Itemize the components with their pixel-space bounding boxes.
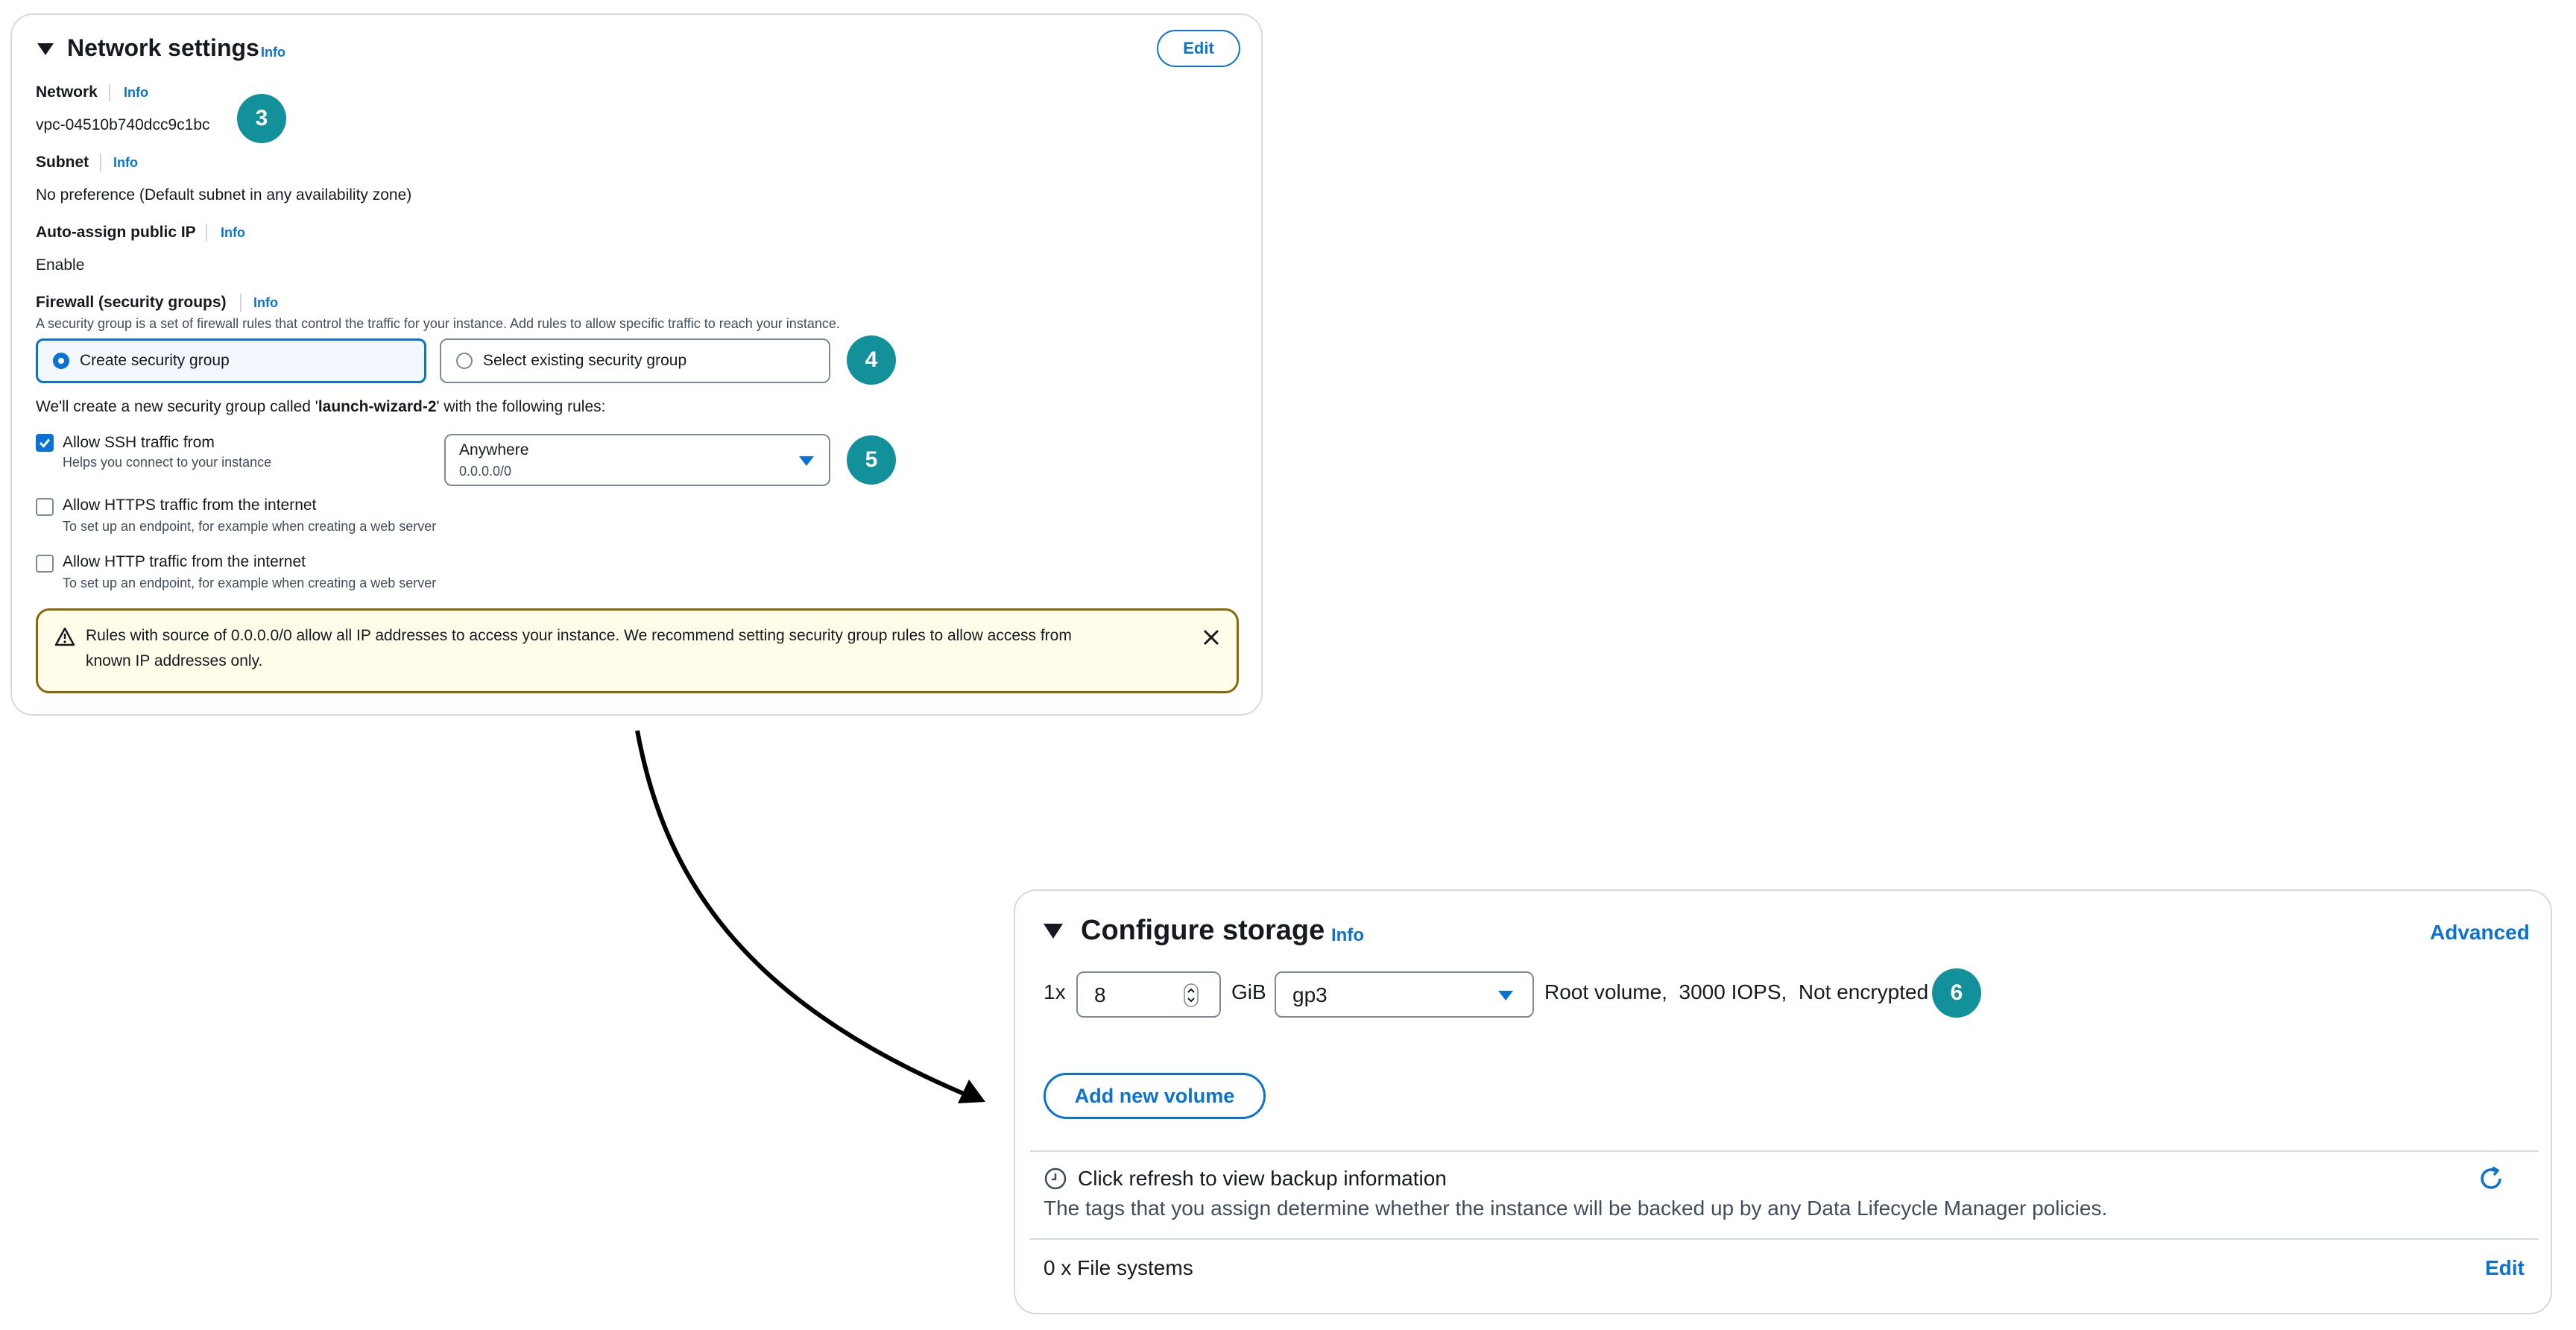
volume-type-select[interactable]: gp3: [1275, 971, 1534, 1018]
radio-unselected-icon: [456, 353, 473, 369]
volume-size-input[interactable]: 8: [1076, 971, 1221, 1018]
encryption-text: Not encrypted: [1798, 980, 1929, 1003]
stepper-icon[interactable]: [1184, 983, 1199, 1007]
ssh-label: Allow SSH traffic from: [63, 434, 215, 451]
select-existing-security-group-label: Select existing security group: [483, 352, 687, 369]
firewall-description: A security group is a set of firewall ru…: [36, 316, 840, 331]
network-settings-title: Network settings: [67, 34, 259, 61]
public-ip-info-link[interactable]: Info: [221, 225, 245, 241]
ssh-description: Helps you connect to your instance: [63, 455, 272, 470]
warning-icon: [54, 627, 75, 646]
ssh-source-select[interactable]: Anywhere 0.0.0.0/0: [444, 434, 830, 486]
root-volume-text: Root volume,: [1544, 980, 1667, 1003]
https-checkbox[interactable]: [36, 498, 54, 516]
backup-info-description: The tags that you assign determine wheth…: [1044, 1197, 2108, 1220]
create-security-group-option[interactable]: Create security group: [36, 338, 426, 383]
subnet-label: Subnet: [36, 154, 89, 171]
network-settings-panel: Network settings Info Edit Network Info …: [10, 13, 1263, 716]
divider: [1030, 1150, 2539, 1152]
security-group-name: launch-wizard-2: [318, 398, 437, 415]
warning-text-line2: known IP addresses only.: [86, 652, 263, 669]
separator: [240, 294, 242, 312]
network-info-link[interactable]: Info: [124, 85, 148, 101]
caret-down-icon: [799, 456, 814, 466]
separator: [109, 83, 110, 101]
configure-storage-info-link[interactable]: Info: [1331, 925, 1364, 946]
network-label: Network: [36, 83, 98, 101]
step-badge-3: 3: [237, 94, 286, 143]
ssh-source-cidr: 0.0.0.0/0: [459, 464, 512, 479]
separator: [206, 224, 207, 242]
warning-text-line1: Rules with source of 0.0.0.0/0 allow all…: [86, 627, 1072, 644]
volume-details: Root volume, 3000 IOPS, Not encrypted: [1544, 980, 1928, 1004]
checkmark-icon: [39, 438, 51, 448]
close-icon[interactable]: [1201, 627, 1222, 648]
https-description: To set up an endpoint, for example when …: [63, 519, 437, 534]
create-security-group-label: Create security group: [80, 352, 230, 369]
https-label: Allow HTTPS traffic from the internet: [63, 497, 317, 514]
divider: [1030, 1238, 2539, 1240]
radio-selected-icon: [53, 353, 69, 369]
subnet-info-link[interactable]: Info: [113, 155, 138, 171]
volume-count: 1x: [1044, 980, 1066, 1003]
network-edit-button[interactable]: Edit: [1157, 30, 1240, 67]
collapse-triangle-icon[interactable]: [1044, 924, 1063, 939]
step-badge-5: 5: [847, 435, 896, 485]
configure-storage-title: Configure storage: [1081, 915, 1325, 946]
file-systems-edit-link[interactable]: Edit: [2485, 1256, 2525, 1280]
network-settings-info-link[interactable]: Info: [261, 45, 285, 60]
warning-alert: Rules with source of 0.0.0.0/0 allow all…: [36, 608, 1239, 693]
firewall-label: Firewall (security groups): [36, 294, 227, 311]
advanced-link[interactable]: Advanced: [2430, 921, 2530, 945]
collapse-triangle-icon[interactable]: [37, 43, 54, 55]
caret-down-icon: [1498, 991, 1513, 1000]
separator: [100, 154, 101, 171]
create-note-prefix: We'll create a new security group called…: [36, 398, 318, 415]
create-note: We'll create a new security group called…: [36, 398, 605, 416]
iops-text: 3000 IOPS,: [1679, 980, 1787, 1003]
volume-size-unit: GiB: [1231, 980, 1266, 1003]
http-checkbox[interactable]: [36, 555, 54, 573]
ssh-checkbox[interactable]: [36, 434, 54, 452]
clock-icon: [1044, 1167, 1067, 1190]
configure-storage-panel: Configure storage Info Advanced 1x 8 GiB…: [1014, 889, 2552, 1314]
public-ip-value: Enable: [36, 256, 85, 274]
subnet-value: No preference (Default subnet in any ava…: [36, 186, 412, 204]
select-existing-security-group-option[interactable]: Select existing security group: [440, 338, 830, 383]
public-ip-label: Auto-assign public IP: [36, 224, 196, 241]
backup-info-title: Click refresh to view backup information: [1078, 1167, 1447, 1190]
refresh-icon[interactable]: [2476, 1164, 2506, 1194]
ssh-source-value: Anywhere: [459, 441, 529, 458]
step-badge-4: 4: [847, 335, 896, 385]
firewall-info-link[interactable]: Info: [253, 295, 278, 311]
volume-size-value: 8: [1094, 983, 1106, 1006]
network-value: vpc-04510b740dcc9c1bc: [36, 116, 210, 133]
http-label: Allow HTTP traffic from the internet: [63, 553, 306, 570]
http-description: To set up an endpoint, for example when …: [63, 576, 437, 590]
add-new-volume-button[interactable]: Add new volume: [1044, 1073, 1266, 1119]
create-note-suffix: ' with the following rules:: [436, 398, 606, 415]
step-badge-6: 6: [1932, 968, 1981, 1018]
file-systems-label: 0 x File systems: [1044, 1256, 1193, 1279]
volume-type-value: gp3: [1292, 983, 1328, 1006]
